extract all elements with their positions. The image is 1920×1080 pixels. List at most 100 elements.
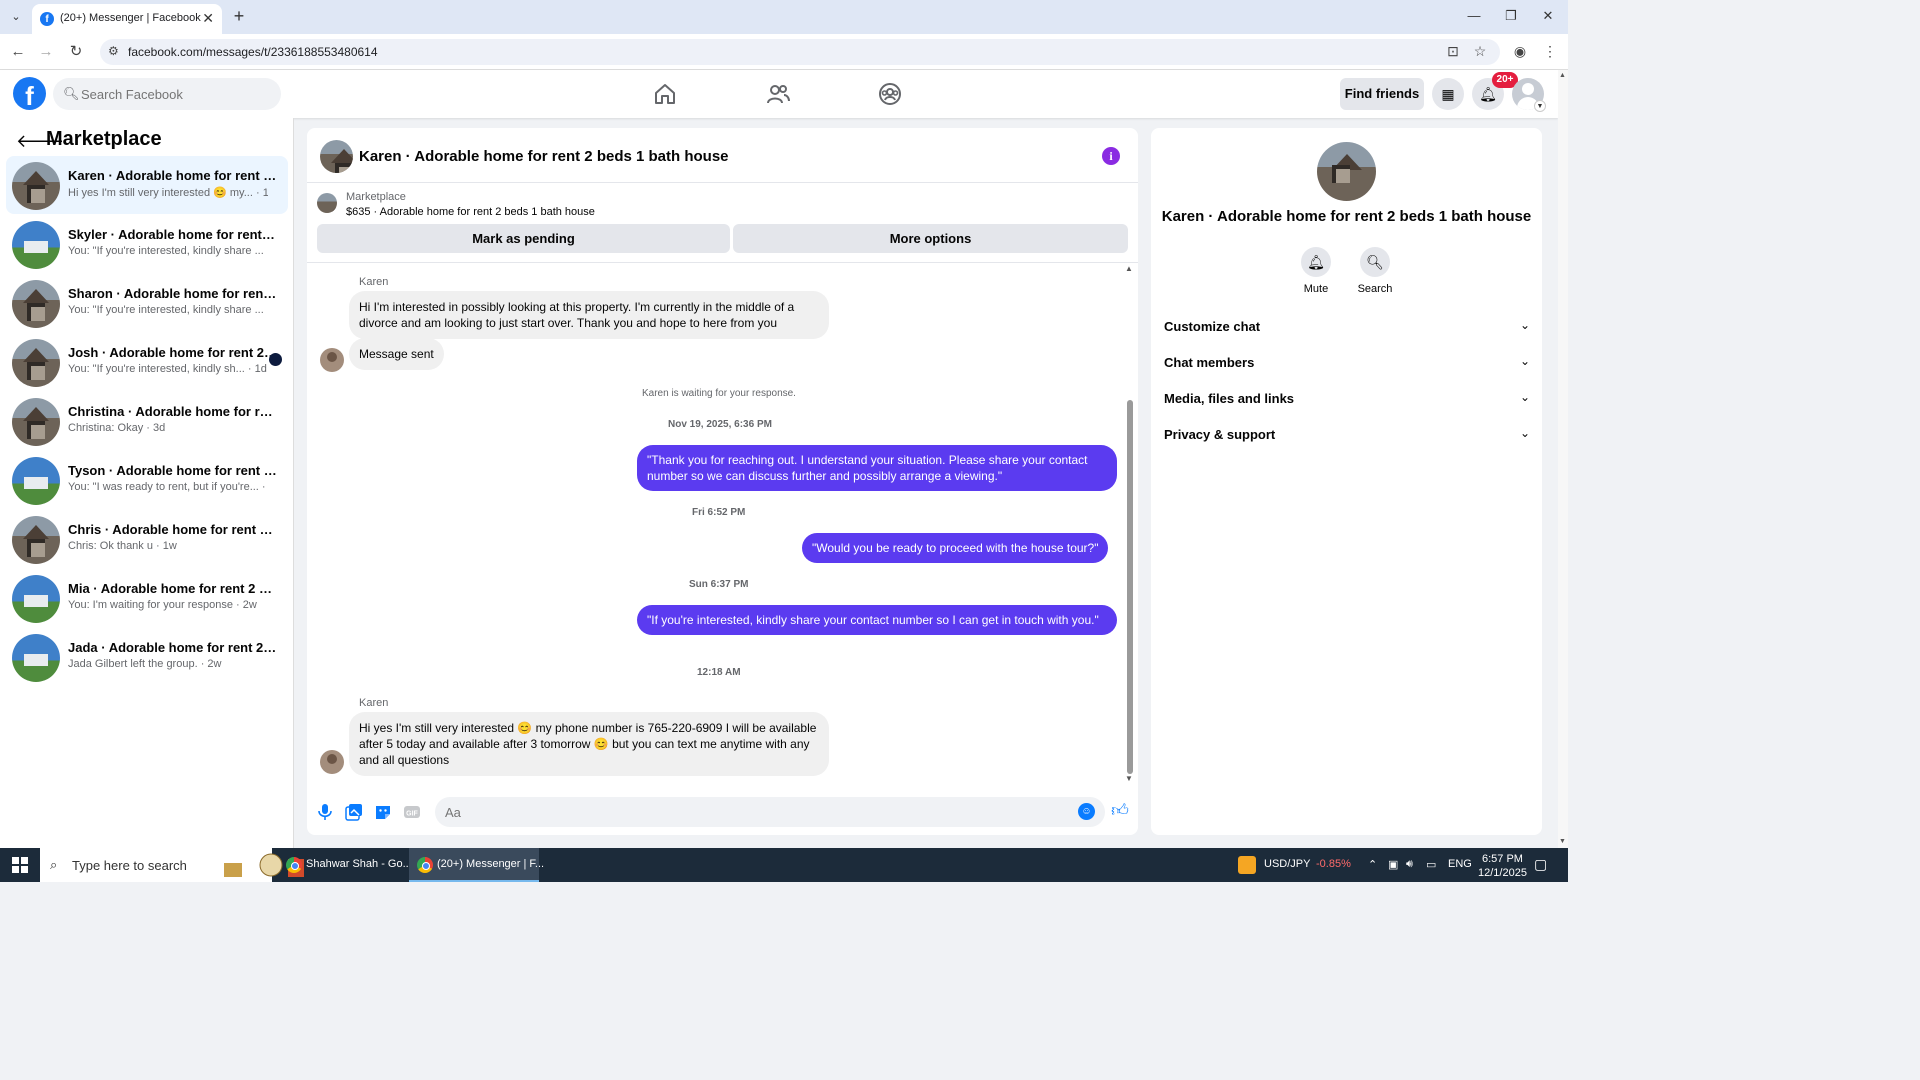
chat-panel: Karen · Adorable home for rent 2 beds 1 …	[307, 128, 1138, 835]
tab-search-icon[interactable]: ⌄	[6, 8, 26, 26]
account-caret-icon[interactable]: ▼	[1534, 100, 1546, 112]
back-icon[interactable]: ←	[8, 42, 28, 62]
conversation-name: Mia · Adorable home for rent 2 be...	[68, 581, 278, 596]
thumbs-up-icon[interactable]: 👍︎	[1110, 801, 1130, 821]
home-icon[interactable]	[653, 82, 677, 106]
windows-start-icon[interactable]	[12, 857, 28, 873]
conversation-preview: You: "If you're interested, kindly share…	[68, 304, 264, 316]
ticker-symbol[interactable]: USD/JPY	[1264, 858, 1310, 870]
message-input[interactable]	[435, 797, 1105, 827]
conversation-name: Chris · Adorable home for rent 2 b...	[68, 522, 278, 537]
conversation-item[interactable]: Christina · Adorable home for rent... Chr…	[6, 392, 288, 450]
microphone-icon[interactable]	[316, 803, 334, 821]
chat-avatar[interactable]	[320, 140, 353, 173]
tab-close-icon[interactable]: ✕	[202, 10, 214, 27]
language-indicator[interactable]: ENG	[1448, 858, 1472, 870]
browser-menu-icon[interactable]: ⋮	[1540, 43, 1560, 60]
sender-avatar[interactable]	[320, 348, 344, 372]
groups-icon[interactable]	[878, 82, 902, 106]
browser-tab[interactable]: f (20+) Messenger | Facebook ✕	[32, 4, 222, 34]
facebook-search[interactable]: 🔍︎	[53, 78, 281, 110]
system-clock[interactable]: 6:57 PM 12/1/2025	[1478, 852, 1527, 880]
facebook-search-input[interactable]	[81, 78, 271, 110]
profile-avatar[interactable]	[1317, 142, 1376, 201]
chat-scroll-up-icon[interactable]: ▲	[1125, 264, 1133, 273]
chat-members-section[interactable]: Chat members ⌄	[1164, 348, 1530, 378]
profile-icon[interactable]: ◉	[1510, 43, 1530, 60]
address-bar[interactable]: ⚙ facebook.com/messages/t/23361885534806…	[100, 39, 1500, 65]
chat-scrollbar[interactable]: ▲ ▼	[1125, 264, 1135, 786]
conversation-avatar	[12, 516, 60, 564]
scroll-down-icon[interactable]: ▼	[1559, 838, 1566, 845]
separator: ·	[252, 187, 263, 199]
privacy-support-section[interactable]: Privacy & support ⌄	[1164, 420, 1530, 450]
bell-icon[interactable]: 🔔︎	[1301, 247, 1331, 277]
conversation-item[interactable]: Karen · Adorable home for rent 2 ... Hi y…	[6, 156, 288, 214]
window-close-icon[interactable]: ✕	[1538, 8, 1558, 24]
scroll-up-icon[interactable]: ▲	[1559, 72, 1566, 79]
more-options-button[interactable]: More options	[733, 224, 1128, 253]
chat-scroll-down-icon[interactable]: ▼	[1125, 774, 1133, 783]
emoji-icon[interactable]: ☺	[1078, 803, 1095, 820]
mute-action[interactable]: 🔔︎ Mute	[1286, 247, 1346, 295]
bookmark-star-icon[interactable]: ☆	[1470, 43, 1490, 60]
reload-icon[interactable]: ↻	[66, 42, 86, 62]
conversation-item[interactable]: Jada · Adorable home for rent 2 b... Jada…	[6, 628, 288, 686]
forward-icon[interactable]: →	[36, 42, 56, 62]
svg-text:GIF: GIF	[406, 811, 418, 818]
conversation-time: 3d	[152, 422, 166, 434]
conversation-time: 2w	[242, 599, 257, 611]
restore-icon[interactable]: ❐	[1501, 8, 1521, 24]
media-files-links-section[interactable]: Media, files and links ⌄	[1164, 384, 1530, 414]
tray-chevron-icon[interactable]: ⌃	[1368, 858, 1377, 871]
page-scrollbar[interactable]: ▲ ▼	[1558, 70, 1568, 848]
taskbar-chrome-app-2[interactable]: (20+) Messenger | F...	[409, 848, 544, 882]
conversation-preview: Chris: Ok thank u	[68, 540, 153, 552]
section-label: Media, files and links	[1164, 391, 1295, 406]
url-text[interactable]: facebook.com/messages/t/2336188553480614	[128, 45, 378, 59]
mark-as-pending-button[interactable]: Mark as pending	[317, 224, 730, 253]
conversation-item[interactable]: Sharon · Adorable home for rent 2... You:…	[6, 274, 288, 332]
conversation-item[interactable]: Josh · Adorable home for rent 2 ... You: …	[6, 333, 288, 391]
listing-thumbnail[interactable]	[317, 193, 337, 213]
chat-title[interactable]: Karen · Adorable home for rent 2 beds 1 …	[359, 148, 729, 165]
sender-avatar[interactable]	[320, 750, 344, 774]
conversation-item[interactable]: Skyler · Adorable home for rent 2 ... You…	[6, 215, 288, 273]
listing-title[interactable]: $635 · Adorable home for rent 2 beds 1 b…	[346, 206, 595, 218]
chat-details-panel: Karen · Adorable home for rent 2 beds 1 …	[1151, 128, 1542, 835]
customize-chat-section[interactable]: Customize chat ⌄	[1164, 312, 1530, 342]
conversation-time: 2w	[207, 658, 222, 670]
conversation-preview-line: You: "If you're interested, kindly share…	[68, 245, 268, 257]
photo-gallery-icon[interactable]	[345, 803, 363, 821]
taskbar-chrome-app-1[interactable]: Shahwar Shah - Go...	[278, 848, 412, 882]
conversation-name: Christina · Adorable home for rent...	[68, 404, 278, 419]
chat-scroll-thumb[interactable]	[1127, 400, 1133, 774]
taskbar-search[interactable]: ⌕ Type here to search	[40, 848, 304, 882]
marketplace-listing-bar: Marketplace $635 · Adorable home for ren…	[307, 183, 1138, 263]
network-icon[interactable]: ▭	[1426, 858, 1436, 871]
conversation-name: Karen · Adorable home for rent 2 ...	[68, 168, 278, 183]
new-tab-button[interactable]: +	[230, 6, 248, 27]
gif-icon[interactable]: GIF	[403, 803, 421, 821]
incoming-message: Hi I'm interested in possibly looking at…	[349, 291, 829, 339]
search-action[interactable]: 🔍︎ Search	[1345, 247, 1405, 295]
message-composer: GIF ☺ 👍︎	[307, 794, 1138, 830]
site-info-icon[interactable]: ⚙	[108, 44, 119, 58]
menu-grid-icon[interactable]: ▦	[1432, 78, 1464, 110]
currency-widget-icon[interactable]	[1238, 856, 1256, 874]
sticker-icon[interactable]	[374, 803, 392, 821]
tray-app-icon[interactable]: ▣	[1388, 858, 1398, 871]
conversation-item[interactable]: Mia · Adorable home for rent 2 be... You:…	[6, 569, 288, 627]
conversation-item[interactable]: Chris · Adorable home for rent 2 b... Chr…	[6, 510, 288, 568]
minimize-icon[interactable]: —	[1464, 8, 1484, 23]
info-icon[interactable]: i	[1102, 147, 1120, 165]
install-app-icon[interactable]: ⊡	[1443, 43, 1463, 60]
search-icon[interactable]: 🔍︎	[1360, 247, 1390, 277]
facebook-logo-icon[interactable]: f	[13, 77, 46, 110]
volume-icon[interactable]: 🔊︎	[1406, 858, 1413, 871]
conversation-item[interactable]: Tyson · Adorable home for rent 2 ... You:…	[6, 451, 288, 509]
notification-center-icon[interactable]: ▢	[1534, 856, 1547, 873]
incoming-message: Hi yes I'm still very interested 😊 my ph…	[349, 712, 829, 776]
find-friends-button[interactable]: Find friends	[1340, 78, 1424, 110]
friends-icon[interactable]	[766, 82, 790, 106]
